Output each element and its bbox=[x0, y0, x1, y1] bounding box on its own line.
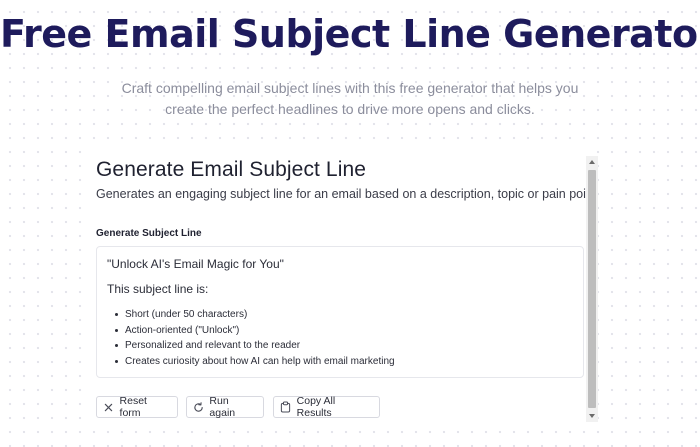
reset-form-button[interactable]: Reset form bbox=[96, 395, 178, 419]
section-label: Generate Subject Line bbox=[96, 228, 202, 239]
run-again-label: Run again bbox=[209, 395, 236, 419]
page-title: Free Email Subject Line Generator bbox=[0, 12, 700, 56]
result-output-box[interactable]: "Unlock AI's Email Magic for You" This s… bbox=[96, 246, 584, 378]
list-item: Action-oriented ("Unlock") bbox=[107, 323, 395, 339]
scroll-up-arrow-icon[interactable] bbox=[589, 160, 595, 164]
scroll-down-arrow-icon[interactable] bbox=[589, 414, 595, 418]
result-intro-text: This subject line is: bbox=[107, 282, 209, 296]
list-item: Personalized and relevant to the reader bbox=[107, 338, 395, 354]
refresh-icon bbox=[193, 401, 204, 413]
run-again-button[interactable]: Run again bbox=[186, 395, 264, 419]
copy-all-results-label: Copy All Results bbox=[296, 395, 336, 419]
generated-subject-line: "Unlock AI's Email Magic for You" bbox=[107, 257, 284, 271]
clipboard-icon bbox=[280, 401, 292, 413]
reset-form-label: Reset form bbox=[119, 395, 147, 419]
card-description: Generates an engaging subject line for a… bbox=[96, 187, 594, 201]
list-item: Creates curiosity about how AI can help … bbox=[107, 354, 395, 370]
page-subtitle: Craft compelling email subject lines wit… bbox=[121, 80, 579, 117]
list-item: Short (under 50 characters) bbox=[107, 307, 395, 323]
result-bullet-list: Short (under 50 characters) Action-orien… bbox=[107, 307, 395, 369]
copy-all-results-button[interactable]: Copy All Results bbox=[273, 395, 380, 419]
close-icon bbox=[103, 401, 115, 413]
card-scrollbar[interactable] bbox=[586, 156, 598, 422]
scrollbar-thumb[interactable] bbox=[588, 170, 596, 408]
generator-card: Generate Email Subject Line Generates an… bbox=[86, 150, 594, 422]
card-title: Generate Email Subject Line bbox=[96, 158, 367, 181]
